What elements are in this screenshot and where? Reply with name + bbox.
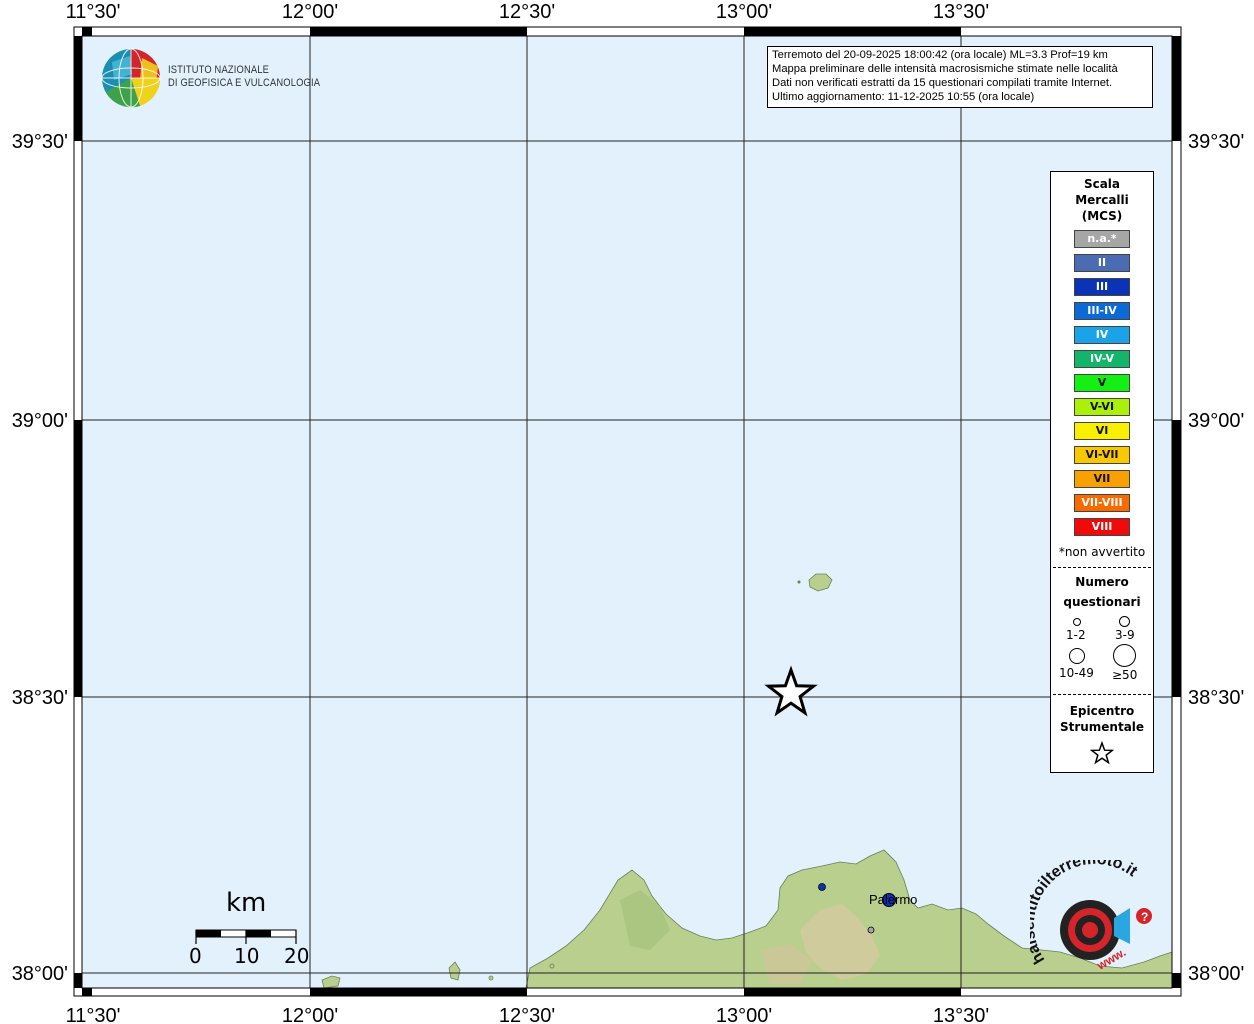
legend-title-line: Mercalli	[1075, 193, 1129, 207]
lon-label: 12°30'	[499, 1, 555, 23]
globe-icon	[101, 48, 161, 108]
lat-label: 39°30'	[1188, 131, 1244, 153]
epicenter-title-line: Strumentale	[1059, 720, 1145, 734]
lon-label: 11°30'	[66, 1, 121, 23]
legend-swatch-vi: VI	[1074, 422, 1130, 440]
intensity-point[interactable]	[867, 926, 875, 934]
epicenter-title: Epicentro Strumentale	[1051, 703, 1153, 735]
lat-label: 39°00'	[1188, 410, 1244, 432]
legend-title-line: Scala	[1083, 177, 1121, 191]
count-circle-50	[1113, 644, 1136, 667]
epicenter-legend-star-icon	[1090, 741, 1114, 765]
legend-title-line: (MCS)	[1081, 209, 1123, 223]
info-line: Mappa preliminare delle intensità macros…	[772, 63, 1118, 75]
lon-label: 13°00'	[716, 1005, 772, 1024]
scale-label: 0	[189, 944, 202, 968]
legend-swatch-vi-vii: VI-VII	[1074, 446, 1130, 464]
legend-swatch-iii: III	[1074, 278, 1130, 296]
islet	[488, 975, 494, 981]
info-line: Terremoto del 20-09-2025 18:00:42 (ora l…	[772, 49, 1108, 61]
svg-text:?: ?	[1141, 910, 1148, 924]
lon-label: 13°00'	[716, 1, 772, 23]
lon-label: 13°30'	[933, 1, 989, 23]
count-circle-10-49	[1069, 648, 1085, 664]
lat-label: 38°00'	[12, 963, 68, 985]
ingv-logo-text: ISTITUTO NAZIONALE DI GEOFISICA E VULCAN…	[168, 64, 320, 90]
lat-labels-left: 39°30' 39°00' 38°30' 38°00'	[12, 131, 68, 985]
count-title-line: Numero	[1075, 575, 1129, 589]
lon-labels-top: 11°30' 12°00' 12°30' 13°00' 13°30'	[66, 1, 990, 23]
legend-swatch-v-vi: V-VI	[1074, 398, 1130, 416]
lat-label: 38°30'	[12, 687, 68, 709]
legend-title: Scala Mercalli (MCS)	[1051, 176, 1153, 224]
count-circles: 1-2 3-9 10-49 ≥50	[1051, 612, 1153, 692]
islet	[549, 963, 555, 969]
count-label: 3-9	[1115, 628, 1135, 642]
info-line: Ultimo aggiornamento: 11-12-2025 10:55 (…	[772, 91, 1035, 103]
legend-swatch-viii: VIII	[1074, 518, 1130, 536]
epicenter-title-line: Epicentro	[1069, 704, 1135, 718]
hai-sentito-badge[interactable]: haisentitoilterremoto.it ? www.	[1030, 860, 1160, 985]
legend-divider	[1053, 567, 1151, 568]
logo-line: DI GEOFISICA E VULCANOLOGIA	[168, 77, 321, 89]
lat-label: 38°00'	[1188, 963, 1244, 985]
lat-labels-right: 39°30' 39°00' 38°30' 38°00'	[1188, 131, 1244, 985]
legend-swatch-ii: II	[1074, 254, 1130, 272]
scale-label: 20	[284, 944, 310, 968]
count-label: 1-2	[1066, 628, 1086, 642]
legend-swatch-v: V	[1074, 374, 1130, 392]
sea-area	[82, 36, 1172, 988]
legend-note: *non avvertito	[1058, 545, 1146, 559]
legend-divider	[1053, 694, 1151, 695]
lon-label: 13°30'	[933, 1005, 989, 1024]
legend-swatch-vii: VII	[1074, 470, 1130, 488]
lat-label: 39°30'	[12, 131, 68, 153]
scale-label: 10	[234, 944, 260, 968]
lon-label: 12°00'	[282, 1, 338, 23]
count-circle-1-2	[1073, 618, 1081, 626]
islet	[797, 580, 801, 584]
count-circle-3-9	[1119, 616, 1130, 627]
legend-swatch-iv-v: IV-V	[1074, 350, 1130, 368]
count-title-line: questionari	[1063, 595, 1141, 609]
event-info-box: Terremoto del 20-09-2025 18:00:42 (ora l…	[767, 46, 1153, 108]
legend-swatch-iv: IV	[1074, 326, 1130, 344]
legend: Scala Mercalli (MCS) n.a.* II III III-IV IV I…	[1050, 171, 1154, 773]
scale-unit: km	[226, 888, 267, 918]
info-line: Dati non verificati estratti da 15 quest…	[772, 77, 1113, 89]
legend-swatch-n-a: n.a.*	[1074, 230, 1130, 248]
lon-label: 12°00'	[282, 1005, 338, 1024]
legend-swatch-iii-iv: III-IV	[1074, 302, 1130, 320]
count-title: Numero questionari	[1051, 572, 1153, 612]
lat-label: 39°00'	[12, 410, 68, 432]
lon-label: 11°30'	[66, 1005, 121, 1024]
legend-swatch-vii-viii: VII-VIII	[1074, 494, 1130, 512]
lon-labels-bottom: 11°30' 12°00' 12°30' 13°00' 13°30'	[66, 1005, 990, 1024]
logo-line: ISTITUTO NAZIONALE	[168, 64, 270, 76]
lon-label: 12°30'	[499, 1005, 555, 1024]
place-label: Palermo	[869, 892, 917, 907]
intensity-point[interactable]	[818, 883, 826, 891]
count-label: 10-49	[1059, 666, 1094, 680]
count-label: ≥50	[1112, 668, 1138, 682]
lat-label: 38°30'	[1188, 687, 1244, 709]
legend-swatches: n.a.* II III III-IV IV IV-V V V-VI VI VI-VII VII VI…	[1051, 230, 1153, 536]
